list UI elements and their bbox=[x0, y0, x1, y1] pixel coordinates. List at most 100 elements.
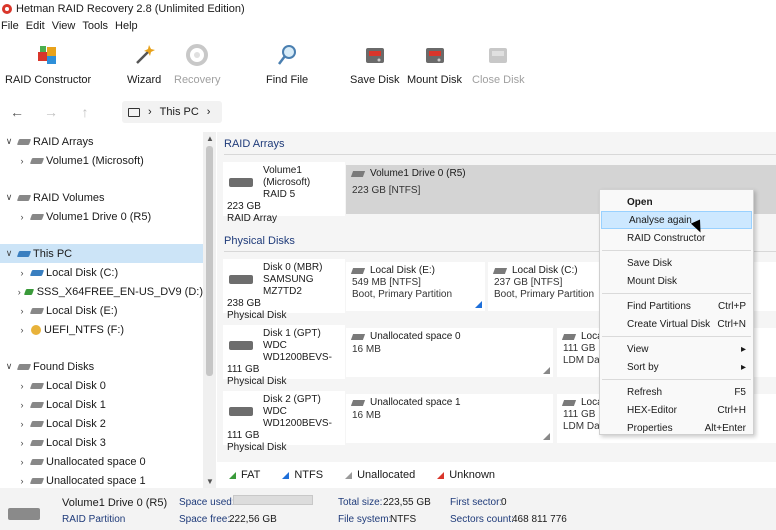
chevron-down-icon[interactable]: ∨ bbox=[0, 248, 18, 259]
menu-label: Find Partitions bbox=[627, 300, 691, 312]
breadcrumb[interactable]: › This PC › bbox=[122, 101, 222, 123]
first-sector-value: 0 bbox=[501, 497, 507, 508]
chevron-right-icon[interactable]: › bbox=[13, 419, 31, 429]
tree-label: Volume1 (Microsoft) bbox=[46, 154, 144, 167]
disk2-unallocated[interactable]: Unallocated space 1 16 MB bbox=[346, 394, 553, 443]
breadcrumb-this-pc[interactable]: This PC bbox=[160, 106, 199, 118]
disk0-partition-e[interactable]: Local Disk (E:) 549 MB [NTFS] Boot, Prim… bbox=[346, 262, 485, 311]
chevron-right-icon[interactable]: › bbox=[13, 381, 31, 391]
recovery-label: Recovery bbox=[174, 74, 221, 86]
tree-found-item[interactable]: › Local Disk 0 bbox=[0, 376, 203, 395]
chevron-down-icon[interactable]: ∨ bbox=[0, 192, 18, 203]
legend-unknown: Unknown bbox=[437, 469, 495, 481]
scroll-up-icon[interactable]: ▲ bbox=[206, 134, 214, 143]
tree-found-item[interactable]: › Local Disk 1 bbox=[0, 395, 203, 414]
disc-icon bbox=[31, 324, 41, 335]
tree-found-item[interactable]: › Local Disk 2 bbox=[0, 414, 203, 433]
find-file-label: Find File bbox=[266, 74, 309, 86]
chevron-right-icon[interactable]: › bbox=[13, 268, 31, 278]
find-file-button[interactable]: Find File bbox=[266, 42, 308, 86]
up-arrow-icon[interactable]: ↑ bbox=[68, 104, 102, 120]
chevron-right-icon[interactable]: › bbox=[13, 212, 31, 222]
save-disk-button[interactable]: Save Disk bbox=[350, 42, 400, 86]
chevron-right-icon[interactable]: › bbox=[13, 325, 31, 335]
tree-sss-d[interactable]: › SSS_X64FREE_EN-US_DV9 (D:) bbox=[0, 282, 203, 301]
raid-constructor-button[interactable]: RAID Constructor bbox=[5, 42, 91, 86]
tree-raid-volumes[interactable]: ∨ RAID Volumes bbox=[0, 188, 203, 207]
menu-create-virtual-disk[interactable]: Create Virtual Disk Ctrl+N bbox=[600, 315, 753, 333]
menu-find-partitions[interactable]: Find Partitions Ctrl+P bbox=[600, 297, 753, 315]
raid-disk-card[interactable]: Volume1 (Microsoft) RAID 5 223 GB RAID A… bbox=[223, 162, 345, 224]
chevron-right-icon[interactable]: › bbox=[13, 306, 31, 316]
menu-tools[interactable]: Tools bbox=[82, 20, 108, 32]
menu-shortcut: Alt+Enter bbox=[704, 422, 746, 434]
partition-desc: Boot, Primary Partition bbox=[352, 289, 453, 300]
chevron-right-icon[interactable]: › bbox=[13, 476, 31, 486]
tree-this-pc[interactable]: ∨ This PC bbox=[0, 244, 203, 263]
menu-separator bbox=[602, 250, 751, 251]
breadcrumb-chevron-icon[interactable]: › bbox=[207, 106, 211, 118]
menu-shortcut: Ctrl+H bbox=[717, 404, 746, 416]
tree-found-item[interactable]: › Local Disk 3 bbox=[0, 433, 203, 452]
back-arrow-icon[interactable]: ← bbox=[0, 104, 34, 120]
ntfs-marker-icon bbox=[475, 301, 482, 308]
tree-found-item[interactable]: › Unallocated space 0 bbox=[0, 452, 203, 471]
menu-file[interactable]: File bbox=[1, 20, 19, 32]
disk-icon bbox=[16, 194, 32, 201]
tree-label: Local Disk (C:) bbox=[46, 266, 119, 279]
tree-found-item[interactable]: › Unallocated space 1 bbox=[0, 471, 203, 488]
tree-raid-arrays[interactable]: ∨ RAID Arrays bbox=[0, 132, 203, 151]
disk0-card[interactable]: Disk 0 (MBR) SAMSUNG MZ7TD2 238 GB Physi… bbox=[223, 259, 345, 321]
mount-disk-button[interactable]: Mount Disk bbox=[407, 42, 462, 86]
space-free-value: 222,56 GB bbox=[229, 514, 277, 525]
unallocated-marker-icon bbox=[543, 433, 550, 440]
chevron-right-icon[interactable]: › bbox=[13, 156, 31, 166]
menu-hex-editor[interactable]: HEX-Editor Ctrl+H bbox=[600, 401, 753, 419]
chevron-right-icon[interactable]: › bbox=[13, 438, 31, 448]
menu-view[interactable]: View ▸ bbox=[600, 340, 753, 358]
tree-local-c[interactable]: › Local Disk (C:) bbox=[0, 263, 203, 282]
folder-tree: ∨ RAID Arrays › Volume1 (Microsoft) ∨ RAID … bbox=[0, 132, 203, 488]
disk2-card[interactable]: Disk 2 (GPT) WDC WD1200BEVS- 111 GB Phys… bbox=[223, 391, 345, 453]
disk1-unallocated[interactable]: Unallocated space 0 16 MB bbox=[346, 328, 553, 377]
menu-properties[interactable]: Properties Alt+Enter bbox=[600, 419, 753, 437]
disk1-card[interactable]: Disk 1 (GPT) WDC WD1200BEVS- 111 GB Phys… bbox=[223, 325, 345, 387]
tree-volume1-microsoft[interactable]: › Volume1 (Microsoft) bbox=[0, 151, 203, 170]
chevron-down-icon[interactable]: ∨ bbox=[0, 136, 18, 147]
chevron-right-icon[interactable]: › bbox=[13, 457, 31, 467]
menu-mount-disk[interactable]: Mount Disk bbox=[600, 272, 753, 290]
legend-ntfs: NTFS bbox=[282, 469, 323, 481]
close-disk-button[interactable]: Close Disk bbox=[472, 42, 525, 86]
tree-label: SSS_X64FREE_EN-US_DV9 (D:) bbox=[36, 285, 203, 298]
tree-volume1-drive0[interactable]: › Volume1 Drive 0 (R5) bbox=[0, 207, 203, 226]
wizard-button[interactable]: Wizard bbox=[127, 42, 161, 86]
tree-found-disks[interactable]: ∨ Found Disks bbox=[0, 357, 203, 376]
forward-arrow-icon[interactable]: → bbox=[34, 104, 68, 120]
tree-label: Volume1 Drive 0 (R5) bbox=[46, 210, 152, 223]
menu-raid-constructor[interactable]: RAID Constructor bbox=[600, 229, 753, 247]
menu-analyse-again[interactable]: Analyse again bbox=[601, 211, 752, 229]
partition-icon bbox=[350, 268, 366, 274]
menu-sort-by[interactable]: Sort by ▸ bbox=[600, 358, 753, 376]
menu-help[interactable]: Help bbox=[115, 20, 138, 32]
tree-uefi-f[interactable]: › UEFI_NTFS (F:) bbox=[0, 320, 203, 339]
tree-local-e[interactable]: › Local Disk (E:) bbox=[0, 301, 203, 320]
menu-refresh[interactable]: Refresh F5 bbox=[600, 383, 753, 401]
status-bar: Volume1 Drive 0 (R5) RAID Partition Spac… bbox=[0, 488, 776, 530]
tree-label: Found Disks bbox=[33, 360, 95, 373]
tree-scrollbar[interactable]: ▲ ▼ bbox=[203, 132, 216, 488]
menu-separator bbox=[602, 336, 751, 337]
scrollbar-thumb[interactable] bbox=[206, 146, 213, 376]
menu-save-disk[interactable]: Save Disk bbox=[600, 254, 753, 272]
menu-view[interactable]: View bbox=[52, 20, 76, 32]
disk-size: 111 GB bbox=[227, 364, 260, 375]
menu-label: Refresh bbox=[627, 386, 663, 398]
menu-edit[interactable]: Edit bbox=[26, 20, 45, 32]
scroll-down-icon[interactable]: ▼ bbox=[206, 477, 214, 486]
menu-open[interactable]: Open bbox=[600, 193, 753, 211]
close-disk-icon bbox=[487, 42, 509, 68]
chevron-right-icon[interactable]: › bbox=[13, 287, 25, 297]
recovery-button[interactable]: Recovery bbox=[174, 42, 220, 86]
chevron-down-icon[interactable]: ∨ bbox=[0, 361, 18, 372]
chevron-right-icon[interactable]: › bbox=[13, 400, 31, 410]
